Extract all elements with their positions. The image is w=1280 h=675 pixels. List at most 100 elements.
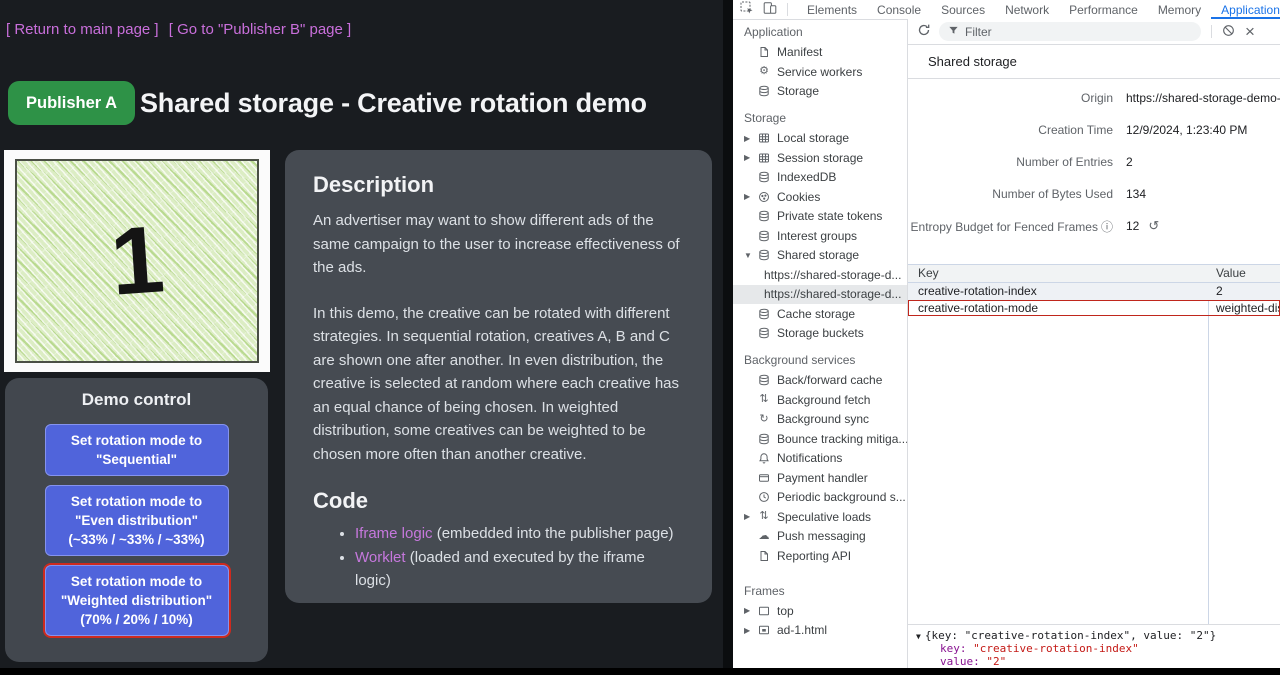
metadata-row-number-of-bytes-used: Number of Bytes Used134	[908, 178, 1280, 210]
devtools-tab-memory[interactable]: Memory	[1148, 0, 1211, 19]
sidebar-item-label: top	[777, 604, 794, 618]
sidebar-item-storage[interactable]: Storage	[733, 82, 907, 102]
sidebar-item-ad-1-html[interactable]: ▶ad-1.html	[733, 621, 907, 641]
filter-input[interactable]: Filter	[939, 22, 1201, 41]
publisher-page: [ Return to main page ] [ Go to "Publish…	[0, 0, 733, 668]
column-header-key[interactable]: Key	[908, 265, 1208, 282]
cell-key: creative-rotation-index	[908, 283, 1208, 300]
devtools-tab-elements[interactable]: Elements	[797, 0, 867, 19]
expander-open-icon[interactable]: ▼	[744, 251, 757, 260]
devtools-window: ElementsConsoleSourcesNetworkPerformance…	[733, 0, 1280, 668]
refresh-icon[interactable]	[917, 23, 931, 40]
publisher-b-link[interactable]: [ Go to "Publisher B" page ]	[169, 21, 351, 38]
sidebar-item-background-fetch[interactable]: ⇅Background fetch	[733, 390, 907, 410]
sidebar-item-local-storage[interactable]: ▶Local storage	[733, 129, 907, 149]
sidebar-item-interest-groups[interactable]: Interest groups	[733, 226, 907, 246]
bottom-black-strip	[0, 668, 1280, 675]
table-icon	[757, 151, 771, 165]
entry-preview-pane: ▼{key: "creative-rotation-index", value:…	[908, 625, 1280, 668]
table-row-creative-rotation-mode[interactable]: creative-rotation-modeweighted-distribut…	[908, 300, 1280, 317]
column-header-value[interactable]: Value	[1208, 265, 1280, 282]
rotation-mode-button-even-distribution[interactable]: Set rotation mode to "Even distribution"…	[45, 485, 229, 556]
sidebar-item-top[interactable]: ▶ top	[733, 601, 907, 621]
description-title: Description	[313, 172, 684, 198]
sidebar-item-notifications[interactable]: Notifications	[733, 449, 907, 469]
sidebar-item-label: Payment handler	[777, 471, 868, 485]
sidebar-item-push-messaging[interactable]: ☁Push messaging	[733, 527, 907, 547]
metadata-value: 2	[1126, 155, 1133, 169]
sidebar-item-periodic-background-s[interactable]: Periodic background s...	[733, 488, 907, 508]
sidebar-item-reporting-api[interactable]: Reporting API	[733, 546, 907, 566]
sidebar-item-background-sync[interactable]: ↻Background sync	[733, 410, 907, 430]
preview-entry-value: "2"	[986, 655, 1006, 668]
metadata-row-creation-time: Creation Time12/9/2024, 1:23:40 PM	[908, 114, 1280, 146]
sidebar-item-https-shared-storage-d[interactable]: https://shared-storage-d...	[733, 265, 907, 285]
sidebar-item-indexeddb[interactable]: IndexedDB	[733, 168, 907, 188]
sidebar-item-back-forward-cache[interactable]: Back/forward cache	[733, 371, 907, 391]
inspect-element-icon[interactable]	[740, 1, 754, 18]
application-sidebar: ApplicationManifest⚙Service workersStora…	[733, 19, 908, 668]
sidebar-item-label: Bounce tracking mitiga...	[777, 432, 907, 446]
sidebar-item-https-shared-storage-d[interactable]: https://shared-storage-d...	[733, 285, 907, 305]
table-rows: creative-rotation-index2creative-rotatio…	[908, 283, 1280, 316]
sidebar-item-label: Storage buckets	[777, 326, 864, 340]
sidebar-item-label: Storage	[777, 84, 819, 98]
expander-closed-icon[interactable]: ▶	[744, 512, 757, 521]
sidebar-item-session-storage[interactable]: ▶Session storage	[733, 148, 907, 168]
sidebar-item-cookies[interactable]: ▶Cookies	[733, 187, 907, 207]
devtools-tab-application[interactable]: Application	[1211, 0, 1280, 19]
expander-closed-icon[interactable]: ▶	[744, 192, 757, 201]
demo-control-title: Demo control	[5, 378, 268, 410]
sidebar-item-shared-storage[interactable]: ▼ Shared storage	[733, 246, 907, 266]
rotation-mode-button-sequential[interactable]: Set rotation mode to "Sequential"	[45, 424, 229, 476]
shared-storage-heading: Shared storage	[908, 45, 1280, 79]
expander-open-icon[interactable]: ▼	[916, 632, 921, 641]
metadata-value: 134	[1126, 187, 1146, 201]
devtools-tab-performance[interactable]: Performance	[1059, 0, 1148, 19]
iframe-icon	[757, 623, 771, 637]
creative-number: 1	[107, 212, 166, 310]
devtools-tab-network[interactable]: Network	[995, 0, 1059, 19]
description-panel: Description An advertiser may want to sh…	[285, 150, 712, 603]
sidebar-item-storage-buckets[interactable]: Storage buckets	[733, 324, 907, 344]
sidebar-item-label: Private state tokens	[777, 209, 882, 223]
doc-icon	[757, 549, 771, 563]
sidebar-item-payment-handler[interactable]: Payment handler	[733, 468, 907, 488]
updown-icon: ⇅	[757, 510, 771, 524]
expander-closed-icon[interactable]: ▶	[744, 606, 757, 615]
rotation-mode-button-weighted-distribution[interactable]: Set rotation mode to "Weighted distribut…	[45, 565, 229, 636]
table-header-row: KeyValue	[908, 265, 1280, 283]
expander-closed-icon[interactable]: ▶	[744, 153, 757, 162]
filter-placeholder: Filter	[965, 25, 992, 39]
devtools-tab-sources[interactable]: Sources	[931, 0, 995, 19]
sidebar-item-label: Service workers	[777, 65, 862, 79]
metadata-value: https://shared-storage-demo-co	[1126, 91, 1280, 105]
db-icon	[757, 432, 771, 446]
preview-entry-value: value: "2"	[916, 655, 1280, 668]
cookie-icon	[757, 190, 771, 204]
expander-closed-icon[interactable]: ▶	[744, 626, 757, 635]
close-icon[interactable]: ×	[1245, 23, 1255, 40]
info-icon[interactable]: ⓘ	[1101, 220, 1113, 234]
sidebar-item-speculative-loads[interactable]: ▶⇅Speculative loads	[733, 507, 907, 527]
reset-budget-icon[interactable]: ↺	[1148, 218, 1159, 234]
sidebar-item-label: Shared storage	[777, 248, 859, 262]
table-column-divider[interactable]	[1208, 265, 1209, 624]
device-toolbar-icon[interactable]	[763, 1, 777, 18]
sync-icon: ↻	[757, 412, 771, 426]
screenshot-root: [ Return to main page ] [ Go to "Publish…	[0, 0, 1280, 675]
preview-entry-key: key: "creative-rotation-index"	[916, 642, 1280, 655]
worklet-link[interactable]: Worklet	[355, 549, 406, 566]
sidebar-item-bounce-tracking-mitiga[interactable]: Bounce tracking mitiga...	[733, 429, 907, 449]
sidebar-item-private-state-tokens[interactable]: Private state tokens	[733, 207, 907, 227]
clear-all-icon[interactable]	[1222, 24, 1235, 40]
sidebar-item-manifest[interactable]: Manifest	[733, 43, 907, 63]
sidebar-item-cache-storage[interactable]: Cache storage	[733, 304, 907, 324]
sidebar-item-service-workers[interactable]: ⚙Service workers	[733, 62, 907, 82]
table-row-creative-rotation-index[interactable]: creative-rotation-index2	[908, 283, 1280, 300]
expander-closed-icon[interactable]: ▶	[744, 134, 757, 143]
return-main-page-link[interactable]: [ Return to main page ]	[6, 21, 159, 38]
devtools-tab-console[interactable]: Console	[867, 0, 931, 19]
iframe-logic-link[interactable]: Iframe logic	[355, 525, 433, 542]
db-icon	[757, 248, 771, 262]
